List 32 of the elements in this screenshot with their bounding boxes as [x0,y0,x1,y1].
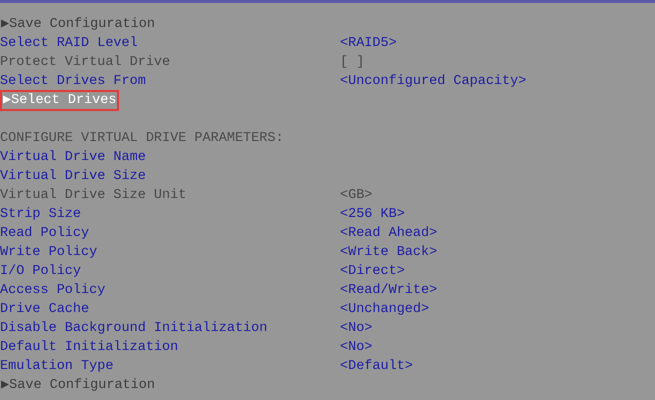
setting-label[interactable]: Default Initialization [0,338,340,357]
section-heading: CONFIGURE VIRTUAL DRIVE PARAMETERS: [0,130,284,148]
setting-value[interactable]: <No> [340,319,372,338]
setting-value: [ ] [340,54,364,72]
setting-label[interactable]: Emulation Type [0,357,340,376]
setting-value[interactable]: <Read/Write> [340,281,438,300]
setting-value[interactable]: <No> [340,338,372,357]
submenu-link[interactable]: ▶Select Drives [0,90,120,111]
setting-label[interactable]: Access Policy [0,281,340,300]
setting-value: <GB> [340,187,372,205]
setting-label[interactable]: Strip Size [0,205,340,224]
setting-label[interactable]: Read Policy [0,224,340,243]
setting-value[interactable]: <Read Ahead> [340,224,438,243]
setting-label[interactable]: I/O Policy [0,262,340,281]
setting-label[interactable]: Virtual Drive Size [0,167,340,186]
setting-value[interactable]: <Unconfigured Capacity> [340,72,526,91]
setting-label[interactable]: Select RAID Level [0,34,340,53]
setting-label[interactable]: Disable Background Initialization [0,319,340,338]
setting-value[interactable]: <Unchanged> [340,300,430,319]
submenu-link[interactable]: ▶Save Configuration [0,376,156,395]
setting-value[interactable]: <256 KB> [340,205,405,224]
setting-value[interactable]: <Write Back> [340,243,438,262]
setting-label[interactable]: Virtual Drive Name [0,148,340,167]
submenu-link[interactable]: ▶Save Configuration [0,15,156,34]
setting-label[interactable]: Drive Cache [0,300,340,319]
setting-label[interactable]: Write Policy [0,243,340,262]
setting-label: Protect Virtual Drive [0,54,172,72]
setting-value[interactable]: <Direct> [340,262,405,281]
setting-label: Virtual Drive Size Unit [0,187,188,205]
setting-value[interactable]: <RAID5> [340,34,397,53]
setting-value[interactable]: <Default> [340,357,413,376]
setting-label[interactable]: Select Drives From [0,72,340,91]
